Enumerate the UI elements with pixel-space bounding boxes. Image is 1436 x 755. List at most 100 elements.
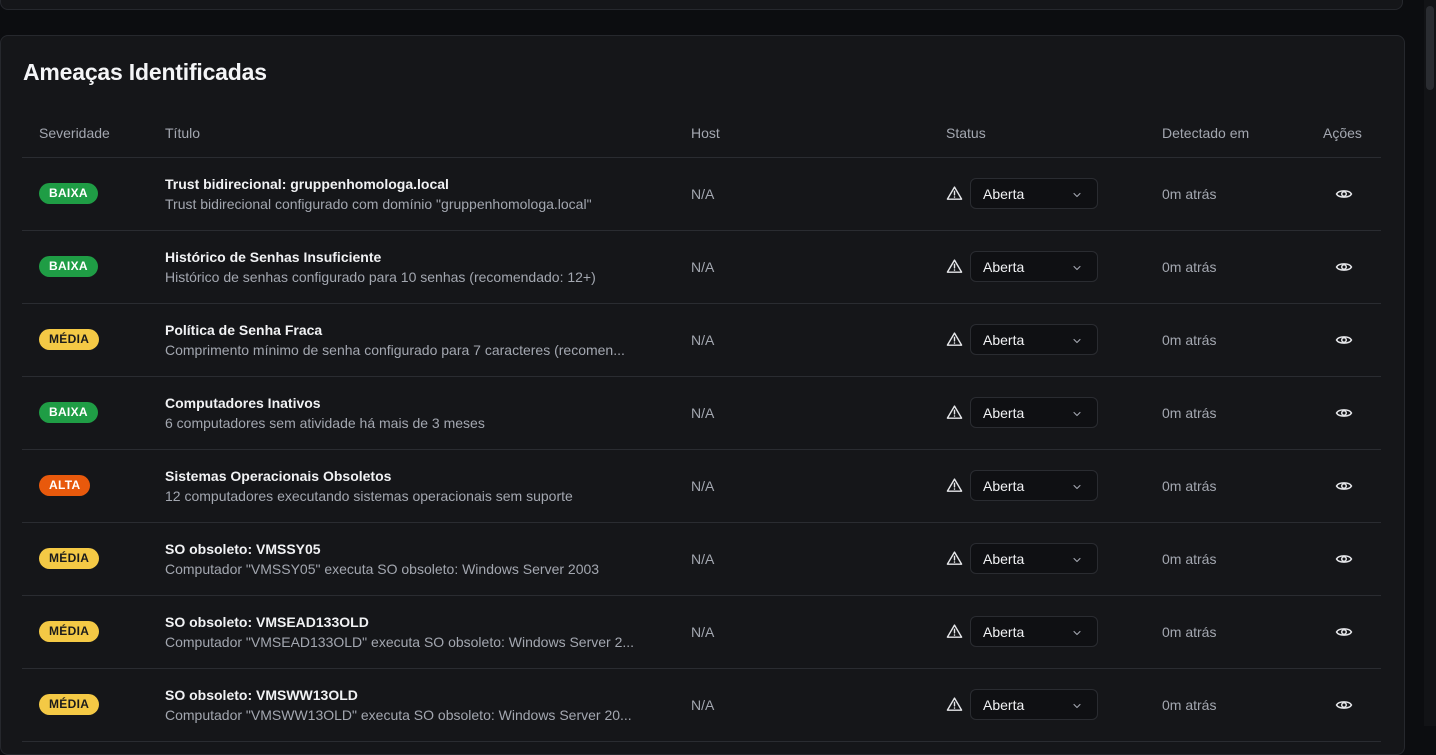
detected-time: 0m atrás: [1162, 405, 1217, 421]
status-select[interactable]: Aberta: [970, 616, 1098, 647]
detected-time: 0m atrás: [1162, 551, 1217, 567]
severity-badge: MÉDIA: [39, 548, 100, 569]
alert-triangle-icon: [946, 259, 963, 273]
threat-title: SO obsoleto: VMSWW13OLD: [165, 687, 358, 703]
table-body: BAIXA Trust bidirecional: gruppenhomolog…: [22, 158, 1381, 742]
status-select[interactable]: Aberta: [970, 470, 1098, 501]
detected-time: 0m atrás: [1162, 259, 1217, 275]
status-value: Aberta: [983, 697, 1025, 713]
status-select[interactable]: Aberta: [970, 543, 1098, 574]
eye-icon[interactable]: [1335, 258, 1353, 276]
table-row: MÉDIA Política de Senha Fraca Compriment…: [22, 304, 1381, 377]
table-row: MÉDIA SO obsoleto: VMSSY05 Computador "V…: [22, 523, 1381, 596]
host-value: N/A: [691, 624, 715, 640]
column-header-host: Host: [691, 125, 720, 141]
status-select[interactable]: Aberta: [970, 689, 1098, 720]
threat-description: 12 computadores executando sistemas oper…: [165, 488, 573, 504]
threat-description: Computador "VMSWW13OLD" executa SO obsol…: [165, 707, 632, 723]
eye-icon[interactable]: [1335, 185, 1353, 203]
chevron-down-icon: [1073, 630, 1081, 636]
alert-triangle-icon: [946, 478, 963, 492]
alert-triangle-icon: [946, 697, 963, 711]
threat-title: SO obsoleto: VMSSY05: [165, 541, 321, 557]
eye-icon[interactable]: [1335, 623, 1353, 641]
chevron-down-icon: [1073, 265, 1081, 271]
host-value: N/A: [691, 405, 715, 421]
table-row: BAIXA Computadores Inativos 6 computador…: [22, 377, 1381, 450]
status-value: Aberta: [983, 624, 1025, 640]
severity-badge: MÉDIA: [39, 621, 100, 642]
chevron-down-icon: [1073, 484, 1081, 490]
table-row: MÉDIA SO obsoleto: VMSWW13OLD Computador…: [22, 669, 1381, 742]
threat-description: Comprimento mínimo de senha configurado …: [165, 342, 625, 358]
table-row: BAIXA Histórico de Senhas Insuficiente H…: [22, 231, 1381, 304]
status-value: Aberta: [983, 551, 1025, 567]
detected-time: 0m atrás: [1162, 624, 1217, 640]
column-header-actions: Ações: [1323, 125, 1362, 141]
severity-badge: BAIXA: [39, 402, 98, 423]
threat-title: Política de Senha Fraca: [165, 322, 323, 338]
severity-badge: BAIXA: [39, 256, 98, 277]
status-value: Aberta: [983, 332, 1025, 348]
chevron-down-icon: [1073, 411, 1081, 417]
column-header-status: Status: [946, 125, 986, 141]
threat-description: Computador "VMSEAD133OLD" executa SO obs…: [165, 634, 635, 650]
detected-time: 0m atrás: [1162, 332, 1217, 348]
alert-triangle-icon: [946, 332, 963, 346]
eye-icon[interactable]: [1335, 331, 1353, 349]
threat-description: Trust bidirecional configurado com domín…: [165, 196, 592, 212]
status-select[interactable]: Aberta: [970, 324, 1098, 355]
alert-triangle-icon: [946, 186, 963, 200]
threats-panel: Ameaças Identificadas Severidade Título …: [0, 35, 1405, 755]
threat-title: Histórico de Senhas Insuficiente: [165, 249, 382, 265]
severity-badge: MÉDIA: [39, 329, 100, 350]
threat-title: SO obsoleto: VMSEAD133OLD: [165, 614, 369, 630]
column-header-detected: Detectado em: [1162, 125, 1250, 141]
status-value: Aberta: [983, 478, 1025, 494]
eye-icon[interactable]: [1335, 477, 1353, 495]
status-value: Aberta: [983, 186, 1025, 202]
alert-triangle-icon: [946, 405, 963, 419]
alert-triangle-icon: [946, 624, 963, 638]
chevron-down-icon: [1073, 338, 1081, 344]
status-select[interactable]: Aberta: [970, 251, 1098, 282]
threat-title: Trust bidirecional: gruppenhomologa.loca…: [165, 176, 449, 192]
column-header-title: Título: [165, 125, 201, 141]
previous-panel: [0, 0, 1403, 10]
page-scrollbar[interactable]: [1424, 0, 1436, 726]
threat-description: Computador "VMSSY05" executa SO obsoleto…: [165, 561, 600, 577]
column-header-severity: Severidade: [39, 125, 110, 141]
table-row: MÉDIA SO obsoleto: VMSEAD133OLD Computad…: [22, 596, 1381, 669]
status-select[interactable]: Aberta: [970, 178, 1098, 209]
host-value: N/A: [691, 551, 715, 567]
status-select[interactable]: Aberta: [970, 397, 1098, 428]
host-value: N/A: [691, 478, 715, 494]
chevron-down-icon: [1073, 557, 1081, 563]
eye-icon[interactable]: [1335, 550, 1353, 568]
status-value: Aberta: [983, 259, 1025, 275]
table-header: Severidade Título Host Status Detectado …: [22, 114, 1381, 158]
threat-title: Sistemas Operacionais Obsoletos: [165, 468, 392, 484]
scrollbar-thumb[interactable]: [1426, 6, 1434, 90]
status-value: Aberta: [983, 405, 1025, 421]
severity-badge: ALTA: [39, 475, 91, 496]
detected-time: 0m atrás: [1162, 478, 1217, 494]
eye-icon[interactable]: [1335, 404, 1353, 422]
eye-icon[interactable]: [1335, 696, 1353, 714]
chevron-down-icon: [1073, 192, 1081, 198]
host-value: N/A: [691, 186, 715, 202]
threat-description: Histórico de senhas configurado para 10 …: [165, 269, 596, 285]
host-value: N/A: [691, 332, 715, 348]
table-row: ALTA Sistemas Operacionais Obsoletos 12 …: [22, 450, 1381, 523]
threats-table: Severidade Título Host Status Detectado …: [22, 114, 1381, 742]
threat-description: 6 computadores sem atividade há mais de …: [165, 415, 485, 431]
detected-time: 0m atrás: [1162, 697, 1217, 713]
section-title: Ameaças Identificadas: [23, 59, 267, 85]
threat-title: Computadores Inativos: [165, 395, 321, 411]
detected-time: 0m atrás: [1162, 186, 1217, 202]
severity-badge: BAIXA: [39, 183, 98, 204]
alert-triangle-icon: [946, 551, 963, 565]
chevron-down-icon: [1073, 703, 1081, 709]
host-value: N/A: [691, 259, 715, 275]
severity-badge: MÉDIA: [39, 694, 100, 715]
